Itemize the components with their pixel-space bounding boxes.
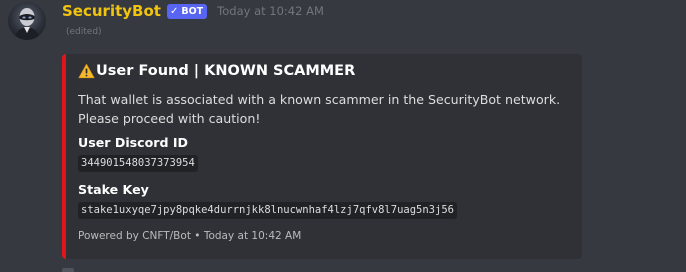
field-name-user-discord-id: User Discord ID <box>78 135 188 150</box>
masked-figure-avatar-icon <box>14 8 40 40</box>
warning-icon <box>78 63 95 79</box>
embed-description: That wallet is associated with a known s… <box>78 92 561 126</box>
embed-title: User Found | KNOWN SCAMMER <box>78 63 355 79</box>
field-value-stake-key: stake1uxyqe7jpy8pqke4durrnjkk8lnucwnhaf4… <box>78 202 457 219</box>
author-avatar[interactable] <box>8 2 46 40</box>
bot-tag: ✓ BOT <box>166 3 208 19</box>
author-username[interactable]: SecurityBot <box>62 2 161 20</box>
footer-timestamp: Today at 10:42 AM <box>203 230 302 242</box>
message-timestamp[interactable]: Today at 10:42 AM <box>217 4 324 18</box>
next-message-peek <box>62 268 74 272</box>
embed-card: User Found | KNOWN SCAMMER That wallet i… <box>62 54 582 259</box>
field-name-stake-key: Stake Key <box>78 182 149 197</box>
bot-message: SecurityBot ✓ BOT Today at 10:42 AM (edi… <box>0 0 686 272</box>
footer-separator: • <box>194 230 201 242</box>
embed-footer: Powered by CNFT/Bot • Today at 10:42 AM <box>78 230 301 242</box>
edited-label: (edited) <box>66 27 102 37</box>
field-value-user-discord-id: 344901548037373954 <box>78 155 198 172</box>
message-header: SecurityBot ✓ BOT Today at 10:42 AM <box>62 1 324 21</box>
verified-check-icon: ✓ <box>169 5 179 17</box>
footer-text: Powered by CNFT/Bot <box>78 230 191 242</box>
bot-tag-label: BOT <box>181 5 204 17</box>
embed-title-text: User Found | KNOWN SCAMMER <box>96 63 356 79</box>
